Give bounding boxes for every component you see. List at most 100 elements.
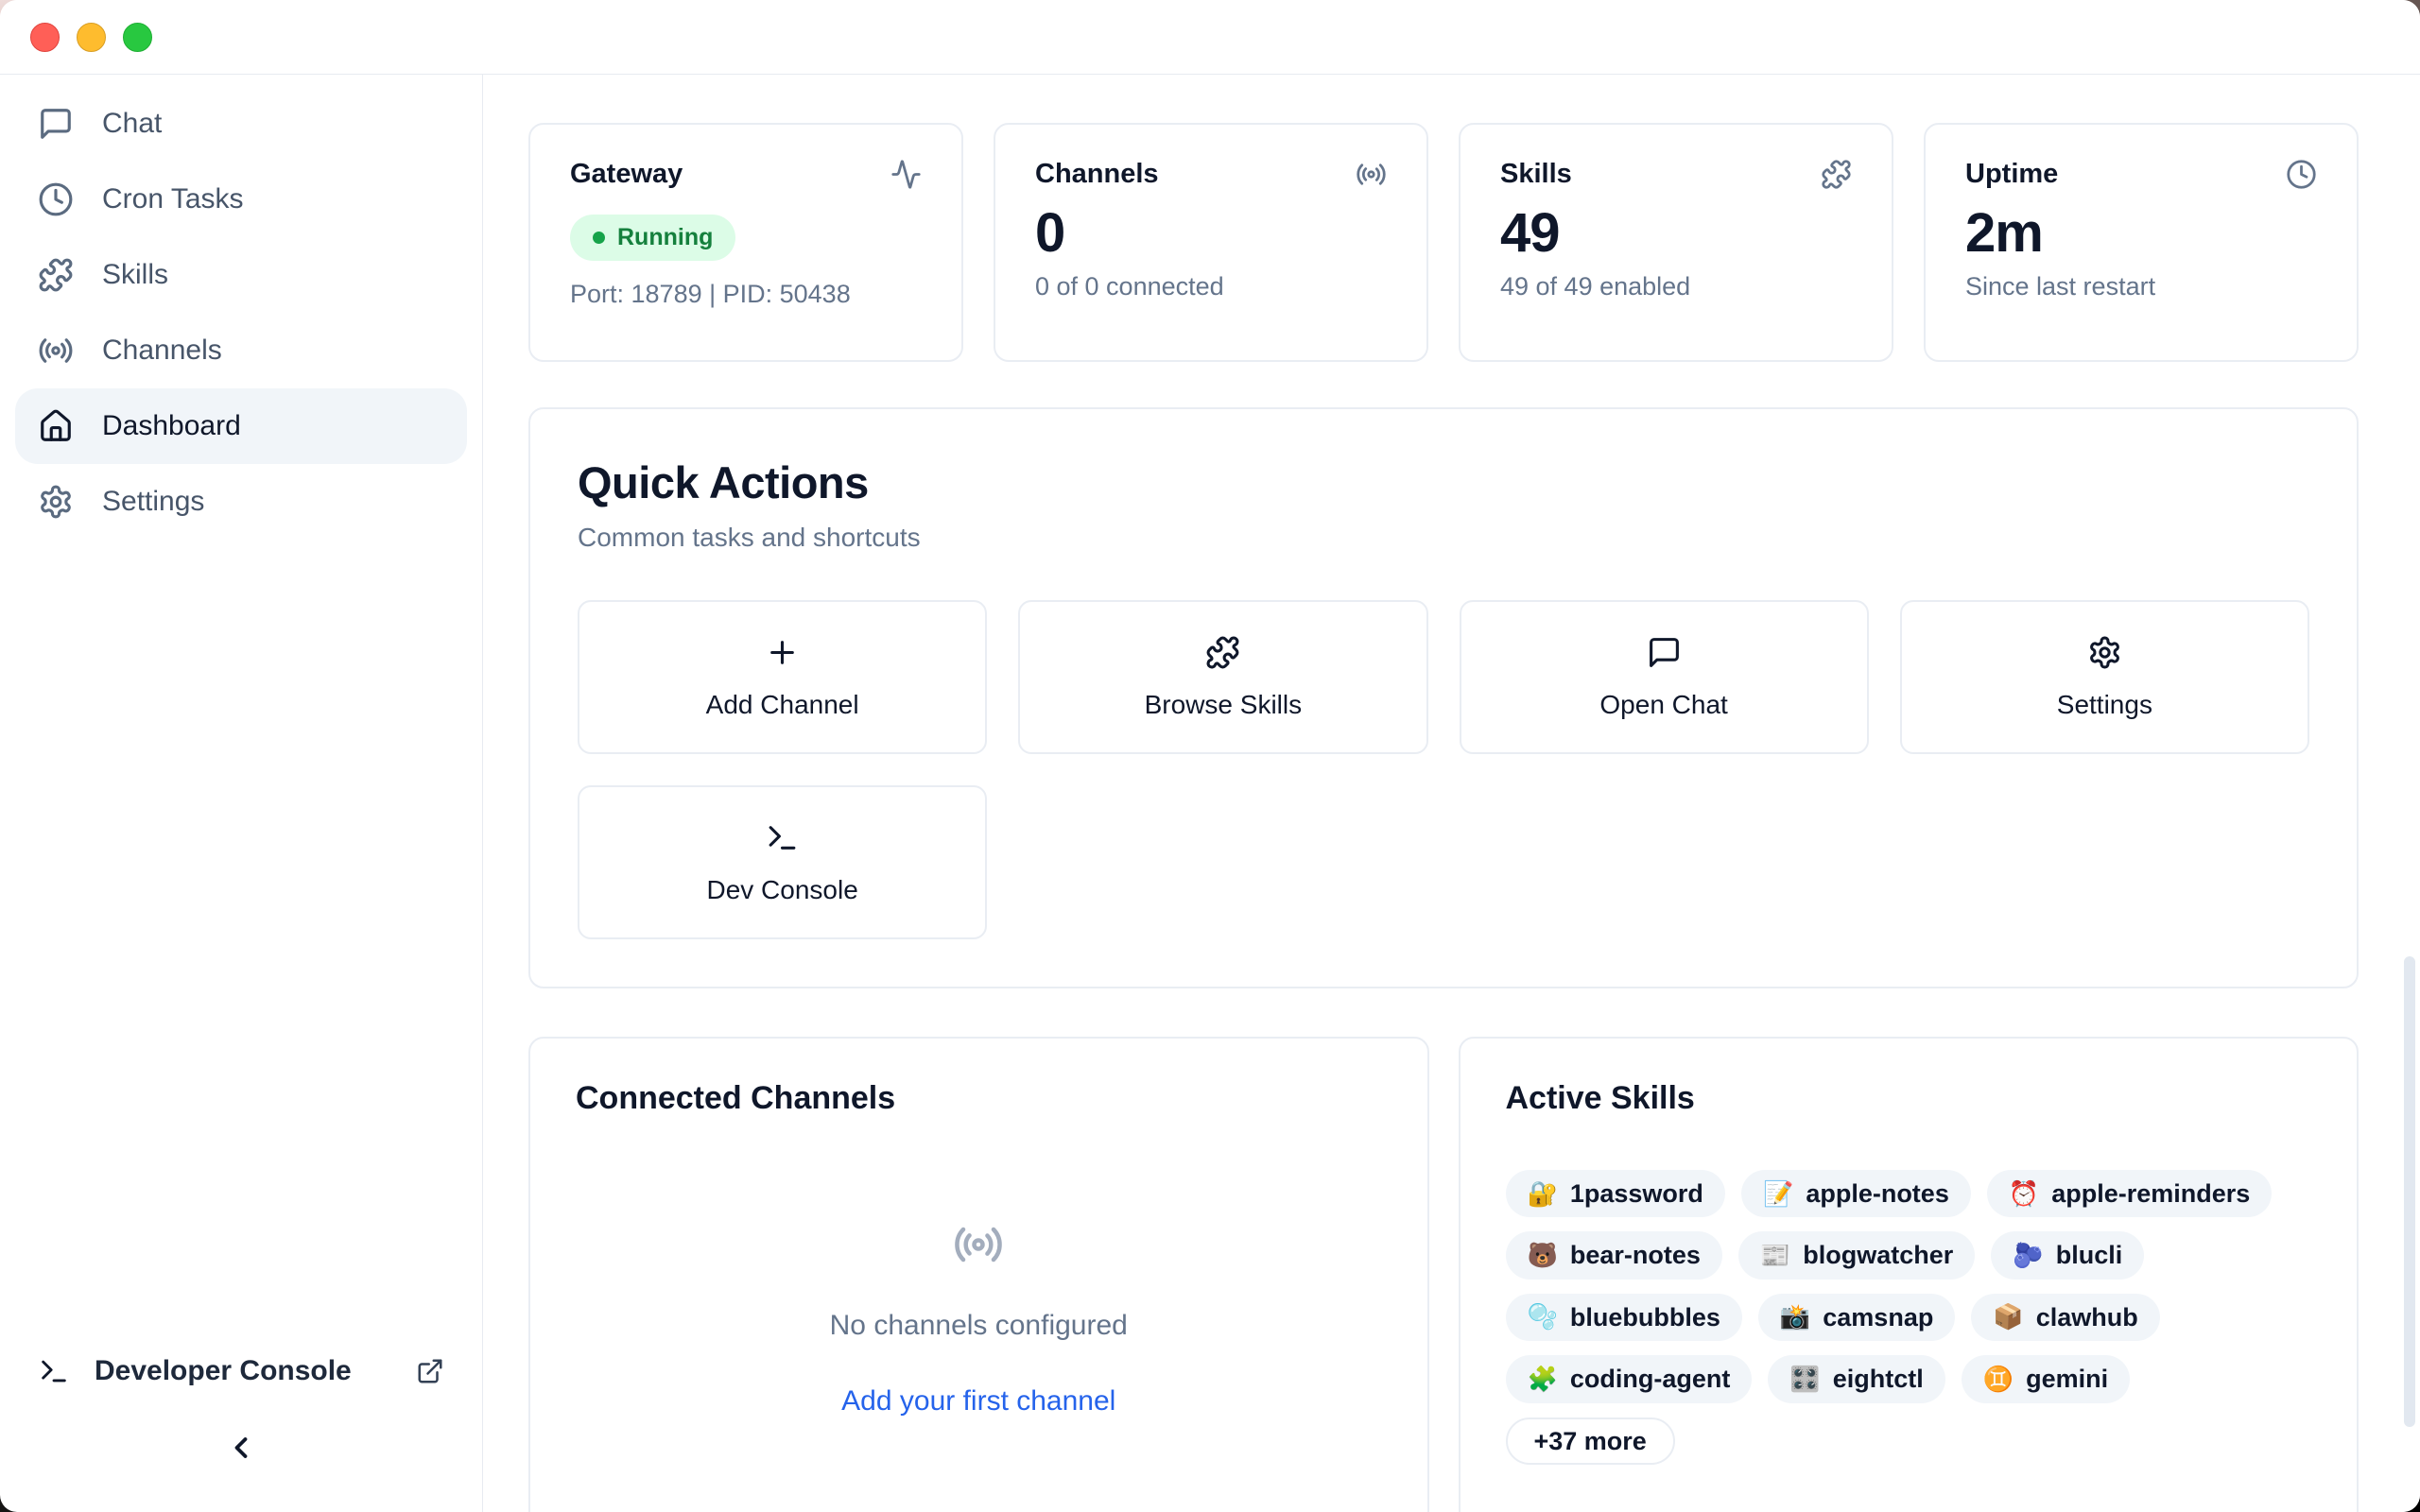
skill-name: coding-agent bbox=[1570, 1364, 1731, 1394]
skill-emoji-icon: 📰 bbox=[1760, 1241, 1790, 1270]
clock-icon bbox=[38, 181, 74, 217]
skill-emoji-icon: 🐻 bbox=[1528, 1241, 1558, 1270]
sidebar-item-label: Cron Tasks bbox=[102, 183, 244, 215]
sidebar-item-cron-tasks[interactable]: Cron Tasks bbox=[15, 162, 467, 237]
skill-chip[interactable]: 🐻bear-notes bbox=[1506, 1231, 1722, 1279]
sidebar-item-dashboard[interactable]: Dashboard bbox=[15, 388, 467, 464]
puzzle-icon bbox=[38, 257, 74, 293]
skill-emoji-icon: 🫐 bbox=[2013, 1241, 2043, 1270]
skill-chip[interactable]: 🫧bluebubbles bbox=[1506, 1294, 1742, 1341]
external-link-icon bbox=[416, 1357, 444, 1385]
puzzle-icon bbox=[1821, 159, 1852, 190]
skill-emoji-icon: 📸 bbox=[1780, 1302, 1810, 1332]
skill-chip[interactable]: 🔐 1password bbox=[1506, 1170, 1725, 1217]
message-square-icon bbox=[1647, 635, 1682, 670]
dashboard-main: Gateway Running Port: 18789 | PID: 50438… bbox=[483, 75, 2420, 1512]
sidebar-item-label: Chat bbox=[102, 108, 162, 140]
sidebar-item-chat[interactable]: Chat bbox=[15, 86, 467, 162]
scrollbar-thumb[interactable] bbox=[2404, 956, 2415, 1427]
plus-icon bbox=[765, 635, 800, 670]
skill-emoji-icon: 🫧 bbox=[1528, 1302, 1558, 1332]
gateway-status-badge: Running bbox=[570, 215, 735, 261]
skill-emoji-icon: 🔐 bbox=[1528, 1179, 1558, 1209]
sidebar-collapse-button[interactable] bbox=[0, 1402, 482, 1493]
skill-name: camsnap bbox=[1823, 1302, 1933, 1332]
channels-count: 0 bbox=[1035, 201, 1387, 265]
channels-empty-state: No channels configured Add your first ch… bbox=[576, 1219, 1382, 1418]
skill-name: apple-reminders bbox=[2051, 1178, 2250, 1209]
skill-emoji-icon: ♊ bbox=[1983, 1365, 2014, 1394]
bottom-sections: Connected Channels No channels configure… bbox=[528, 1037, 2359, 1512]
skill-name: gemini bbox=[2026, 1364, 2108, 1394]
clock-icon bbox=[2286, 159, 2317, 190]
skill-name: apple-notes bbox=[1806, 1178, 1949, 1209]
sidebar-item-label: Channels bbox=[102, 335, 222, 367]
gateway-detail: Port: 18789 | PID: 50438 bbox=[570, 280, 922, 309]
skill-chip[interactable]: 🫐 blucli bbox=[1991, 1231, 2144, 1279]
skill-chip[interactable]: 🎛️ eightctl bbox=[1768, 1355, 1945, 1402]
uptime-card-title: Uptime bbox=[1965, 159, 2058, 190]
sidebar-item-settings[interactable]: Settings bbox=[15, 464, 467, 540]
minimize-window-button[interactable] bbox=[77, 23, 106, 52]
gear-icon bbox=[2087, 635, 2122, 670]
skill-chip[interactable]: 📰 blogwatcher bbox=[1738, 1231, 1975, 1279]
quick-actions-title: Quick Actions bbox=[578, 456, 2309, 508]
titlebar bbox=[0, 0, 2420, 75]
stats-row: Gateway Running Port: 18789 | PID: 50438… bbox=[528, 123, 2359, 362]
channels-card-title: Channels bbox=[1035, 159, 1159, 190]
skill-chip[interactable]: ⏰ apple-reminders bbox=[1987, 1170, 2272, 1217]
skill-name: clawhub bbox=[2036, 1302, 2138, 1332]
activity-icon bbox=[890, 159, 922, 190]
skill-chip[interactable]: ♊ gemini bbox=[1962, 1355, 2130, 1402]
skill-chip[interactable]: 📝apple-notes bbox=[1741, 1170, 1971, 1217]
skill-chip[interactable]: 📸 camsnap bbox=[1758, 1294, 1955, 1341]
gateway-status-text: Running bbox=[617, 224, 713, 251]
skill-chips: 🔐 1password 📝apple-notes ⏰ apple-reminders… bbox=[1506, 1170, 2312, 1465]
developer-console-link[interactable]: Developer Console bbox=[0, 1340, 482, 1402]
uptime-value: 2m bbox=[1965, 201, 2317, 265]
skill-name: 1password bbox=[1570, 1178, 1703, 1209]
status-dot bbox=[593, 232, 605, 244]
sidebar-item-label: Skills bbox=[102, 259, 168, 291]
open-chat-button[interactable]: Open Chat bbox=[1460, 600, 1869, 754]
radio-icon bbox=[38, 333, 74, 369]
connected-channels-card: Connected Channels No channels configure… bbox=[528, 1037, 1429, 1512]
skill-name: eightctl bbox=[1833, 1364, 1924, 1394]
channels-empty-message: No channels configured bbox=[830, 1310, 1128, 1342]
add-channel-button[interactable]: Add Channel bbox=[578, 600, 987, 754]
skill-chip[interactable]: 🧩 coding-agent bbox=[1506, 1355, 1753, 1402]
skill-emoji-icon: ⏰ bbox=[2009, 1179, 2039, 1209]
more-skills-chip[interactable]: +37 more bbox=[1506, 1418, 1675, 1465]
zoom-window-button[interactable] bbox=[123, 23, 152, 52]
puzzle-icon bbox=[1205, 635, 1240, 670]
skill-emoji-icon: 🎛️ bbox=[1789, 1365, 1820, 1394]
gateway-card: Gateway Running Port: 18789 | PID: 50438 bbox=[528, 123, 963, 362]
skills-card-title: Skills bbox=[1500, 159, 1572, 190]
open-chat-label: Open Chat bbox=[1599, 690, 1727, 720]
settings-button[interactable]: Settings bbox=[1900, 600, 2309, 754]
terminal-icon bbox=[765, 820, 800, 855]
skill-chip[interactable]: 📦clawhub bbox=[1971, 1294, 2159, 1341]
sidebar-item-skills[interactable]: Skills bbox=[15, 237, 467, 313]
skills-detail: 49 of 49 enabled bbox=[1500, 272, 1852, 301]
home-icon bbox=[38, 408, 74, 444]
skill-name: blogwatcher bbox=[1803, 1240, 1953, 1270]
channels-card: Channels 0 0 of 0 connected bbox=[994, 123, 1428, 362]
radio-icon bbox=[1356, 159, 1387, 190]
desktop-background: Chat Cron Tasks Skills Channels Dashboar… bbox=[0, 0, 2420, 1512]
close-window-button[interactable] bbox=[30, 23, 60, 52]
gear-icon bbox=[38, 484, 74, 520]
quick-actions-grid: Add Channel Browse Skills Open Chat Sett… bbox=[578, 600, 2309, 939]
gateway-card-title: Gateway bbox=[570, 159, 683, 190]
skill-emoji-icon: 🧩 bbox=[1528, 1365, 1558, 1394]
sidebar-item-channels[interactable]: Channels bbox=[15, 313, 467, 388]
skill-name: blucli bbox=[2056, 1240, 2123, 1270]
dev-console-button[interactable]: Dev Console bbox=[578, 785, 987, 939]
app-window: Chat Cron Tasks Skills Channels Dashboar… bbox=[0, 0, 2420, 1512]
sidebar-item-label: Settings bbox=[102, 486, 204, 518]
quick-actions-panel: Quick Actions Common tasks and shortcuts… bbox=[528, 407, 2359, 988]
add-first-channel-link[interactable]: Add your first channel bbox=[841, 1385, 1115, 1418]
channels-detail: 0 of 0 connected bbox=[1035, 272, 1387, 301]
browse-skills-button[interactable]: Browse Skills bbox=[1018, 600, 1427, 754]
skills-card: Skills 49 49 of 49 enabled bbox=[1459, 123, 1893, 362]
